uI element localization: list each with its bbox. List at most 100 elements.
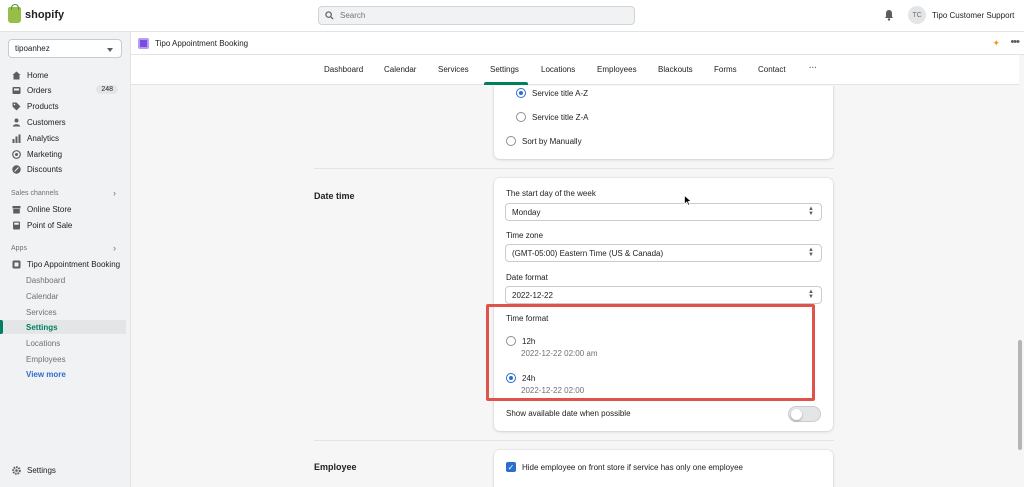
target-icon [12,150,21,159]
sidebar-item-label: Analytics [27,134,60,143]
timezone-select[interactable]: (GMT-05:00) Eastern Time (US & Canada) ▲… [505,244,822,262]
sidebar-item-customers[interactable]: Customers [0,115,126,130]
option-label: Sort by Manually [522,136,582,146]
sidebar-subitem-locations[interactable]: Locations [0,336,126,350]
shopify-bag-icon [8,4,21,23]
option-label: Service title A-Z [532,88,589,98]
sort-title-za-option[interactable]: Service title Z-A [516,112,588,122]
user-name: Tipo Customer Support [932,10,1015,20]
sidebar-item-label: Home [27,71,49,80]
sort-title-az-option[interactable]: Service title A-Z [516,88,588,98]
search-bar[interactable] [318,6,635,25]
section-divider [314,440,834,441]
sidebar-item-online-store[interactable]: Online Store [0,202,126,217]
select-arrows-icon: ▲ ▼ [808,206,814,217]
avatar: TC [908,6,926,24]
sidebar-subitem-employees[interactable]: Employees [0,352,126,366]
start-day-label: The start day of the week [506,189,596,198]
option-label: Service title Z-A [532,112,589,122]
sidebar-item-orders[interactable]: Orders 248 [0,83,126,98]
chevron-right-icon[interactable]: › [113,188,116,198]
select-value: 2022-12-22 [512,291,553,300]
date-format-select[interactable]: 2022-12-22 ▲ ▼ [505,286,822,304]
top-bar: shopify TC Tipo Customer Support [0,0,1024,32]
settings-content: Service title A-Z Service title Z-A Sort… [131,86,1019,487]
sidebar-item-label: Products [27,102,59,111]
caret-down-icon [107,48,113,52]
date-format-label: Date format [506,273,548,282]
tag-icon [12,102,21,111]
brand-name: shopify [25,9,65,21]
view-more-link[interactable]: View more [0,367,126,381]
user-menu[interactable]: TC Tipo Customer Support [908,6,1014,24]
select-value: (GMT-05:00) Eastern Time (US & Canada) [512,249,664,258]
sidebar-item-label: Discounts [27,165,63,174]
pos-icon [12,221,21,230]
mouse-cursor-icon [684,195,692,206]
sort-options-card: Service title A-Z Service title Z-A Sort… [494,86,833,159]
orders-icon [12,86,21,95]
start-day-select[interactable]: Monday ▲ ▼ [505,203,822,221]
tabs-more-icon[interactable]: ··· [809,63,817,72]
tab-forms[interactable]: Forms [714,65,737,74]
sidebar-item-label: Tipo Appointment Booking [27,260,121,269]
hide-employee-option[interactable]: ✓ Hide employee on front store if servic… [506,462,743,472]
sidebar-item-label: Customers [27,118,66,127]
sidebar-item-home[interactable]: Home [0,68,126,83]
chevron-right-icon[interactable]: › [113,243,116,253]
sidebar-item-discounts[interactable]: Discounts [0,162,126,177]
app-logo-icon [138,37,149,49]
more-options-icon[interactable]: ••• [1010,36,1020,48]
sidebar-item-tipo-app[interactable]: Tipo Appointment Booking [0,257,126,272]
pin-icon[interactable]: ✦ [992,38,1000,49]
sidebar-subitem-settings[interactable]: Settings [0,320,126,334]
sidebar: tipoanhez Home Orders 248 Products Custo… [0,32,131,487]
tab-dashboard[interactable]: Dashboard [324,65,363,74]
sidebar-item-settings[interactable]: Settings [0,463,126,478]
tab-settings[interactable]: Settings [490,65,519,74]
show-available-toggle[interactable] [788,406,821,422]
sidebar-subitem-dashboard[interactable]: Dashboard [0,273,126,287]
employee-section-title: Employee [314,462,357,472]
tab-employees[interactable]: Employees [597,65,637,74]
store-name: tipoanhez [15,44,50,53]
notification-bell-icon[interactable] [883,9,895,21]
tab-contact[interactable]: Contact [758,65,786,74]
store-selector[interactable]: tipoanhez [8,39,122,58]
employee-card: ✓ Hide employee on front store if servic… [494,450,833,487]
active-tab-indicator [484,82,528,85]
time-format-highlight-box [486,304,815,401]
sort-manually-option[interactable]: Sort by Manually [506,136,582,146]
app-icon [12,260,21,269]
sidebar-subitem-services[interactable]: Services [0,305,126,319]
app-header: Tipo Appointment Booking ✦ ••• [131,32,1024,55]
tab-blackouts[interactable]: Blackouts [658,65,693,74]
tab-locations[interactable]: Locations [541,65,575,74]
store-icon [12,205,21,214]
home-icon [12,71,21,80]
radio-unselected[interactable] [516,112,526,122]
sidebar-item-marketing[interactable]: Marketing [0,147,126,162]
gear-icon [12,466,21,475]
sidebar-item-products[interactable]: Products [0,99,126,114]
sidebar-item-label: Marketing [27,150,63,159]
sidebar-subitem-calendar[interactable]: Calendar [0,289,126,303]
sidebar-item-analytics[interactable]: Analytics [0,131,126,146]
checkbox-checked-icon[interactable]: ✓ [506,462,516,472]
search-input[interactable] [340,11,620,20]
tab-calendar[interactable]: Calendar [384,65,416,74]
page-scrollbar[interactable] [1018,340,1022,450]
discount-icon [12,165,21,174]
section-divider [314,168,834,169]
bar-chart-icon [12,134,21,143]
app-title: Tipo Appointment Booking [155,38,249,48]
search-icon [325,11,334,20]
tab-services[interactable]: Services [438,65,469,74]
date-time-section-title: Date time [314,191,355,201]
sidebar-item-label: Online Store [27,205,72,214]
shopify-logo[interactable]: shopify [8,4,65,23]
radio-selected[interactable] [516,88,526,98]
radio-unselected[interactable] [506,136,516,146]
select-arrows-icon: ▲ ▼ [808,247,814,258]
sidebar-item-point-of-sale[interactable]: Point of Sale [0,218,126,233]
